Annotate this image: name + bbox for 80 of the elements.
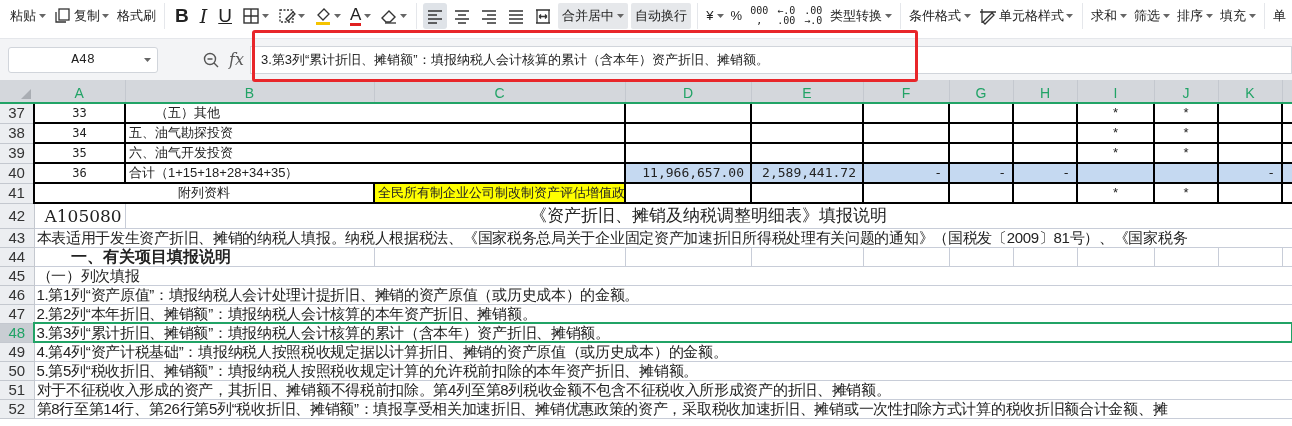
row-header[interactable]: 39 [0, 143, 34, 163]
row-header[interactable]: 38 [0, 123, 34, 143]
align-left-icon [426, 7, 445, 25]
table-cell: 35 [72, 146, 87, 160]
table-cell: * [1112, 125, 1119, 140]
row-header[interactable]: 40 [0, 163, 34, 183]
caret-icon [144, 57, 151, 63]
table-cell: * [1112, 185, 1119, 200]
font-color-button[interactable]: A [347, 3, 375, 29]
instruction-text: 3.第3列“累计折旧、摊销额”：填报纳税人会计核算的累计（含本年）资产折旧、摊销额。 [36, 323, 610, 341]
align-right-icon [480, 7, 499, 25]
table-cell: 六、油气开发投资 [129, 145, 233, 160]
form-title: 《资产折旧、摊销及纳税调整明细表》填报说明 [530, 205, 888, 225]
zoom-icon[interactable] [203, 51, 219, 68]
row-header[interactable]: 37 [0, 103, 34, 123]
table-cell: 36 [72, 166, 87, 180]
toolbar-button[interactable]: 复制 [51, 3, 112, 29]
instruction-text: 对于不征税收入形成的资产，其折旧、摊销额不得税前扣除。第4列至第8列税收金额不包含不征税收入所形成资产的折旧、摊销额。 [36, 380, 891, 398]
instruction-text: 4.第4列“资产计税基础”：填报纳税人按照税收规定据以计算折旧、摊销的资产原值（或历史成本）的金额。 [36, 342, 728, 360]
table-cell: 11,966,657.00 [642, 165, 744, 180]
instruction-text: 5.第5列“税收折旧、摊销额”：填报纳税人按照税收规定计算的允许税前扣除的本年资产折旧、摊销额。 [36, 361, 698, 379]
table-cell: * [1183, 185, 1189, 200]
table-cell: * [1183, 125, 1189, 140]
toolbar-button[interactable]: 合并居中 [558, 3, 629, 29]
table-cell: 五、油气勘探投资 [129, 125, 233, 140]
table-cell: * [1112, 145, 1119, 160]
form-code: A105080 [44, 205, 122, 226]
table-cell: - [1062, 165, 1070, 180]
formula-field[interactable]: 3.第3列“累计折旧、摊销额”：填报纳税人会计核算的累计（含本年）资产折旧、摊销额。 [249, 45, 1292, 74]
table-cell: 附列资料 [178, 185, 230, 200]
row-header[interactable]: 41 [0, 183, 34, 203]
table-cell: 2,589,441.72 [762, 165, 856, 180]
instruction-text: 2.第2列“本年折旧、摊销额”：填报纳税人会计核算的本年资产折旧、摊销额。 [36, 304, 537, 322]
italic-button[interactable]: I [195, 3, 212, 29]
toolbar-button[interactable]: 单 [1271, 3, 1289, 29]
table-cell: * [1183, 105, 1189, 120]
table-cell: 33 [72, 106, 87, 120]
instruction-text: 1.第1列“资产原值”：填报纳税人会计处理计提折旧、摊销的资产原值（或历史成本）的金额。 [36, 285, 640, 303]
fx-label[interactable]: fx [229, 50, 244, 69]
bold-button[interactable]: B [171, 3, 193, 29]
toolbar-button[interactable]: % [728, 3, 745, 29]
row-header[interactable]: 42 [0, 203, 34, 228]
triangle-icon [21, 89, 31, 99]
toolbar-button[interactable]: 自动换行 [631, 3, 692, 29]
table-cell-text: （五）其他 [154, 105, 220, 120]
toolbar-button[interactable]: 类型转换 [828, 3, 895, 29]
toolbar-button[interactable]: 填充 [1218, 3, 1259, 29]
cell-format-icon [278, 7, 296, 25]
table-cell: 合计（1+15+18+28+34+35） [129, 165, 299, 180]
toolbar-button[interactable]: 求和 [1089, 3, 1130, 29]
table-cell: * [1112, 105, 1119, 120]
toolbar-button[interactable]: 单元格样式 [976, 3, 1077, 29]
justify-icon [507, 7, 526, 25]
table-cell: - [998, 165, 1006, 180]
underline-button[interactable]: U [214, 3, 236, 29]
toolbar-button[interactable]: 格式刷 [115, 3, 158, 29]
copy-icon [54, 7, 72, 25]
section-heading: 一、有关项目填报说明 [70, 247, 231, 265]
toolbar-button[interactable]: 条件格式 [907, 3, 974, 29]
toolbar-button[interactable]: ¥ [704, 3, 726, 29]
table-cell: - [934, 165, 942, 180]
number-format-button[interactable]: 000 , [747, 3, 772, 29]
borders-icon [242, 7, 260, 25]
align-center-icon [453, 7, 472, 25]
fill-bucket-icon [314, 7, 332, 25]
number-format-button[interactable]: .00 →.0 [801, 3, 826, 29]
instruction-text: 第8行至第14行、第26行第5列“税收折旧、摊销额”：填报享受相关加速折旧、摊销优惠政策的资产，采取税收加速折旧、摊销或一次性扣除方式计算的税收折旧额合计金额、摊 [36, 399, 1168, 417]
toolbar-button[interactable]: 筛选 [1132, 3, 1173, 29]
toolbar-button[interactable]: 粘贴 [8, 3, 48, 29]
distribute-icon [534, 7, 553, 25]
name-box[interactable]: A48 [8, 46, 158, 73]
table-cell: * [1183, 145, 1189, 160]
toolbar-button[interactable]: 排序 [1175, 3, 1216, 29]
cell-style-icon [979, 7, 998, 25]
table-cell: 34 [72, 126, 87, 140]
align-left-button[interactable] [423, 3, 448, 29]
instruction-text: （一）列次填报 [36, 266, 140, 284]
instruction-text: 本表适用于发生资产折旧、摊销的纳税人填报。纳税人根据税法、《国家税务总局关于企业固定资产加速折旧所得税处理有关问题的通知》（国税发〔2009〕81号）、《国家税务 [36, 228, 1188, 246]
number-format-button[interactable]: ←.0 .00 [774, 3, 799, 29]
table-cell: - [1267, 165, 1275, 180]
